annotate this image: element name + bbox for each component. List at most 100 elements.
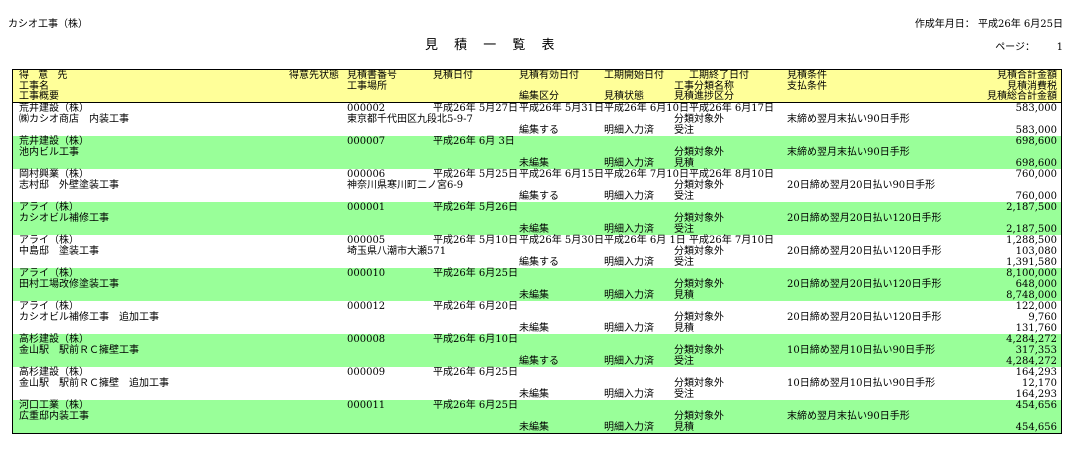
- cell-valid-date: 平成26年 5月31日: [519, 103, 604, 114]
- cell-customer: アライ（株）: [19, 268, 79, 279]
- cell-estimate-date: 平成26年 5月26日: [433, 202, 518, 213]
- cell-work-name: 金山駅 駅前ＲＣ擁壁 追加工事: [19, 378, 169, 389]
- table-row: 荒井建設（株） ㈱カシオ商店 内装工事 000002 東京都千代田区九段北5-9-7 平…: [13, 103, 1061, 136]
- header-estimate-date: 見積日付: [433, 70, 473, 81]
- created-date: 平成26年 6月25日: [978, 19, 1063, 30]
- cell-estimate-no: 000002: [347, 103, 386, 114]
- cell-grand-total: 760,000: [1015, 191, 1057, 202]
- cell-estimate-date: 平成26年 6月 3日: [433, 136, 515, 147]
- header-work-summary: 工事概要: [19, 91, 59, 102]
- table-header: 得 意 先 工事名 工事概要 得意先状態 見積書番号 工事場所 見積日付 見積有…: [13, 70, 1061, 103]
- header-start-date: 工期開始日付: [604, 70, 664, 81]
- header-estimate-status: 見積状態: [604, 91, 644, 102]
- cell-estimate-status: 明細入力済: [604, 389, 654, 400]
- cell-total: 164,293: [1015, 367, 1057, 378]
- cell-work-name: 池内ビル工事: [19, 147, 79, 158]
- cell-estimate-status: 明細入力済: [604, 257, 654, 268]
- cell-work-name: 志村邸 外壁塗装工事: [19, 180, 119, 191]
- cell-category-name: 分類対象外: [674, 312, 724, 323]
- table-row: 岡村興業（株） 志村邸 外壁塗装工事 000006 神奈川県寒川町二ノ宮6-9 平成26…: [13, 169, 1061, 202]
- cell-category-name: 分類対象外: [674, 345, 724, 356]
- table-row: アライ（株） カシオビル補修工事 追加工事 000012 平成26年 6月20日 未編集…: [13, 301, 1061, 334]
- table-row: アライ（株） カシオビル補修工事 000001 平成26年 5月26日 未編集 明細入力済…: [13, 202, 1061, 235]
- cell-payment: 末締め翌月末払い90日手形: [787, 114, 910, 125]
- cell-progress-class: 見積: [674, 422, 694, 433]
- cell-total: 760,000: [1015, 169, 1057, 180]
- cell-estimate-no: 000005: [347, 235, 386, 246]
- cell-total: 8,100,000: [1006, 268, 1057, 279]
- cell-category-name: 分類対象外: [674, 411, 724, 422]
- cell-progress-class: 受注: [674, 191, 694, 202]
- cell-progress-class: 受注: [674, 389, 694, 400]
- cell-payment: 20日締め翌月20日払い120日手形: [787, 279, 942, 290]
- cell-estimate-date: 平成26年 5月27日: [433, 103, 518, 114]
- cell-estimate-no: 000011: [347, 400, 386, 411]
- cell-grand-total: 698,600: [1015, 158, 1057, 169]
- cell-grand-total: 2,187,500: [1006, 224, 1057, 235]
- cell-progress-class: 見積: [674, 158, 694, 169]
- cell-payment: 20日締め翌月20日払い120日手形: [787, 312, 942, 323]
- cell-customer: アライ（株）: [19, 301, 79, 312]
- cell-customer: 荒井建設（株）: [19, 103, 89, 114]
- cell-progress-class: 見積: [674, 290, 694, 301]
- created-label: 作成年月日：: [914, 19, 975, 30]
- cell-edit-class: 未編集: [519, 158, 549, 169]
- cell-work-name: 田村工場改修塗装工事: [19, 279, 119, 290]
- cell-valid-date: 平成26年 6月15日: [519, 169, 604, 180]
- cell-customer: アライ（株）: [19, 235, 79, 246]
- cell-payment: 20日締め翌月20日払い120日手形: [787, 246, 942, 257]
- table-row: 河口工業（株） 広重邸内装工事 000011 平成26年 6月25日 未編集 明細入力済 分…: [13, 400, 1061, 433]
- header-customer: 得 意 先: [19, 70, 71, 81]
- cell-progress-class: 受注: [674, 125, 694, 136]
- cell-work-name: 金山駅 駅前ＲＣ擁壁工事: [19, 345, 139, 356]
- cell-estimate-no: 000006: [347, 169, 386, 180]
- cell-edit-class: 編集する: [519, 356, 559, 367]
- cell-total: 583,000: [1015, 103, 1057, 114]
- header-payment: 支払条件: [787, 81, 827, 92]
- cell-category-name: 分類対象外: [674, 180, 724, 191]
- cell-total: 454,656: [1015, 400, 1057, 411]
- cell-start-date: 平成26年 7月10日: [604, 169, 689, 180]
- cell-customer: アライ（株）: [19, 202, 79, 213]
- cell-tax: 103,080: [1015, 246, 1057, 257]
- cell-total: 2,187,500: [1006, 202, 1057, 213]
- cell-category-name: 分類対象外: [674, 114, 724, 125]
- page-title: 見 積 一 覧 表: [425, 38, 561, 53]
- cell-work-name: カシオビル補修工事 追加工事: [19, 312, 159, 323]
- cell-total: 698,600: [1015, 136, 1057, 147]
- page-label: ページ：: [995, 42, 1035, 53]
- table-row: 高杉建設（株） 金山駅 駅前ＲＣ擁壁工事 000008 平成26年 6月10日 編集する…: [13, 334, 1061, 367]
- cell-category-name: 分類対象外: [674, 246, 724, 257]
- cell-work-name: 広重邸内装工事: [19, 411, 89, 422]
- cell-grand-total: 454,656: [1015, 422, 1057, 433]
- cell-total: 122,000: [1015, 301, 1057, 312]
- cell-estimate-status: 明細入力済: [604, 356, 654, 367]
- cell-grand-total: 131,760: [1015, 323, 1057, 334]
- header-valid-date: 見積有効日付: [519, 70, 579, 81]
- header-grand-total: 見積総合計金額: [987, 91, 1057, 102]
- cell-customer: 高杉建設（株）: [19, 334, 89, 345]
- cell-estimate-no: 000010: [347, 268, 386, 279]
- cell-edit-class: 編集する: [519, 257, 559, 268]
- cell-valid-date: 平成26年 5月30日: [519, 235, 604, 246]
- cell-payment: 10日締め翌月10日払い90日手形: [787, 345, 936, 356]
- cell-edit-class: 未編集: [519, 224, 549, 235]
- cell-end-date: 平成26年 7月10日: [689, 235, 774, 246]
- cell-category-name: 分類対象外: [674, 147, 724, 158]
- header-condition: 見積条件: [787, 70, 827, 81]
- cell-category-name: 分類対象外: [674, 378, 724, 389]
- cell-estimate-date: 平成26年 6月20日: [433, 301, 518, 312]
- cell-grand-total: 8,748,000: [1006, 290, 1057, 301]
- cell-payment: 20日締め翌月20日払い120日手形: [787, 213, 942, 224]
- cell-total: 4,284,272: [1006, 334, 1057, 345]
- cell-estimate-date: 平成26年 6月10日: [433, 334, 518, 345]
- cell-edit-class: 編集する: [519, 191, 559, 202]
- cell-estimate-date: 平成26年 5月25日: [433, 169, 518, 180]
- cell-estimate-status: 明細入力済: [604, 290, 654, 301]
- header-edit-class: 編集区分: [519, 91, 559, 102]
- cell-payment: 10日締め翌月10日払い90日手形: [787, 378, 936, 389]
- cell-estimate-no: 000012: [347, 301, 386, 312]
- cell-estimate-no: 000009: [347, 367, 386, 378]
- cell-work-place: 神奈川県寒川町二ノ宮6-9: [347, 180, 464, 191]
- cell-grand-total: 164,293: [1015, 389, 1057, 400]
